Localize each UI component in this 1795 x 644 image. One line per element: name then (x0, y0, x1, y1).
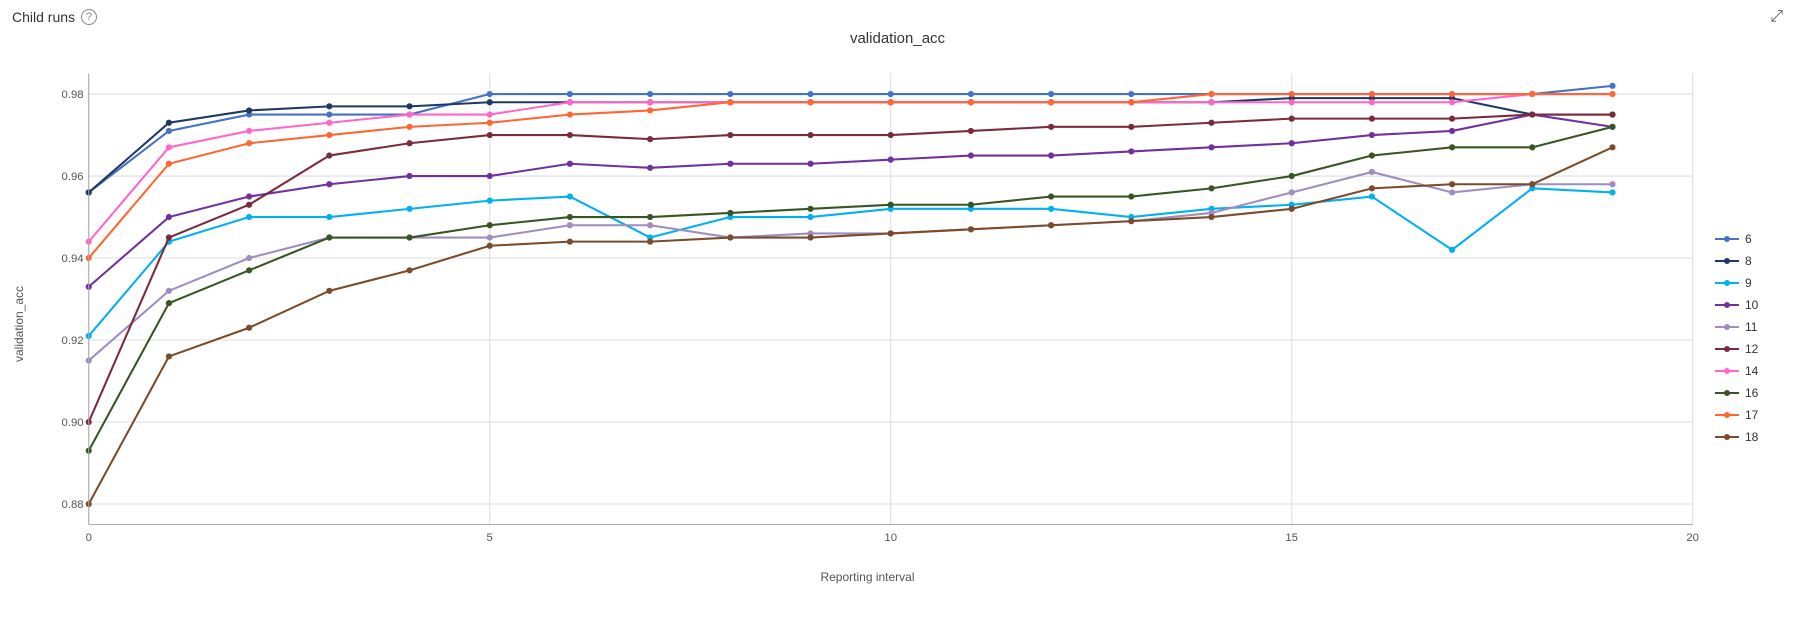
legend-label: 8 (1745, 254, 1752, 268)
legend-label: 12 (1745, 342, 1758, 356)
legend-label: 16 (1745, 386, 1758, 400)
expand-icon[interactable]: ⤢ (1770, 8, 1783, 26)
svg-text:15: 15 (1285, 532, 1298, 544)
help-icon[interactable]: ? (81, 9, 97, 25)
legend-item: 8 (1715, 254, 1783, 268)
legend-label: 10 (1745, 298, 1758, 312)
svg-text:0: 0 (86, 532, 92, 544)
child-runs-title: Child runs (12, 9, 75, 25)
legend-item: 12 (1715, 342, 1783, 356)
x-axis-label: Reporting interval (32, 566, 1703, 590)
line-chart: 0.88 0.90 0.92 0.94 0.96 0.98 0 5 10 15 20 (32, 58, 1703, 566)
svg-text:10: 10 (884, 532, 897, 544)
svg-text:20: 20 (1686, 532, 1699, 544)
legend-label: 11 (1745, 320, 1757, 334)
legend-item: 14 (1715, 364, 1783, 378)
legend-item: 17 (1715, 408, 1783, 422)
chart-legend: 6 8 9 10 11 12 (1703, 86, 1783, 590)
legend-item: 11 (1715, 320, 1783, 334)
legend-item: 6 (1715, 232, 1783, 246)
chart-and-x: 0.88 0.90 0.92 0.94 0.96 0.98 0 5 10 15 20 Reporti… (32, 58, 1703, 590)
chart-title: validation_acc (850, 30, 945, 47)
header: Child runs ? ⤢ (12, 8, 1783, 26)
svg-text:5: 5 (487, 532, 493, 544)
legend-label: 17 (1745, 408, 1758, 422)
svg-text:0.88: 0.88 (62, 499, 84, 511)
svg-text:0.94: 0.94 (62, 253, 84, 265)
chart-area: validation_acc validation_acc 0.880.900.… (12, 30, 1783, 590)
legend-label: 14 (1745, 364, 1758, 378)
legend-item: 18 (1715, 430, 1783, 444)
svg-text:0.98: 0.98 (62, 89, 84, 101)
svg-text:0.92: 0.92 (62, 335, 84, 347)
legend-item: 16 (1715, 386, 1783, 400)
legend-label: 9 (1745, 276, 1752, 290)
child-runs-section: Child runs ? (12, 9, 97, 25)
legend-item: 10 (1715, 298, 1783, 312)
legend-item: 9 (1715, 276, 1783, 290)
legend-label: 6 (1745, 232, 1752, 246)
main-container: Child runs ? ⤢ validation_acc validation… (0, 0, 1795, 644)
legend-label: 18 (1745, 430, 1758, 444)
svg-text:0.96: 0.96 (62, 171, 84, 183)
chart-inner: validation_acc 0.880.900.920.940.960.980… (12, 58, 1783, 590)
svg-text:0.90: 0.90 (62, 417, 84, 429)
y-axis-label: validation_acc (12, 58, 32, 590)
